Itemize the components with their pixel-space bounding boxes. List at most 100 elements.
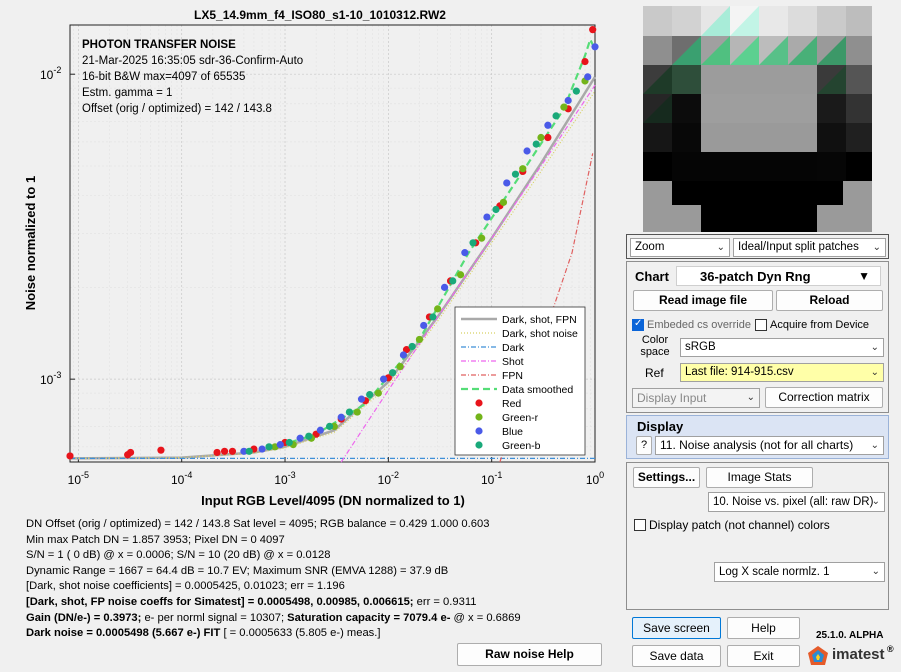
- display-panel-label: Display: [637, 419, 684, 434]
- chevron-down-icon: ⌄: [870, 342, 879, 353]
- data-point-blue: [544, 121, 552, 129]
- x-scale-value: Log X scale normlz. 1: [719, 566, 830, 578]
- imatest-logo-icon: [808, 646, 828, 665]
- embedded-cs-override-checkbox[interactable]: [632, 318, 644, 331]
- embedded-cs-override-label: Embeded cs override: [647, 319, 751, 331]
- zoom-select-value: Zoom: [635, 241, 665, 253]
- plot-type-select[interactable]: 10. Noise vs. pixel (all: raw DR) ⌄: [708, 492, 885, 512]
- data-point-blue: [503, 179, 511, 187]
- split-patches-value: Ideal/Input split patches: [738, 241, 859, 253]
- result-line-1: DN Offset (orig / optimized) = 142 / 143…: [26, 518, 490, 530]
- chevron-down-icon: ⌄: [872, 242, 881, 253]
- data-point-blue: [591, 43, 599, 51]
- data-point-green-b: [389, 369, 397, 377]
- data-point-blue: [316, 426, 324, 434]
- acquire-from-device-label: Acquire from Device: [770, 319, 870, 331]
- annotation-line-1: PHOTON TRANSFER NOISE: [82, 39, 236, 51]
- data-point-red: [544, 133, 552, 142]
- annotation-line-3: 16-bit B&W max=4097 of 65535: [82, 71, 245, 83]
- x-tick-label: 10-5: [68, 470, 89, 487]
- data-point-red: [66, 452, 74, 460]
- display-patch-colors-label: Display patch (not channel) colors: [649, 518, 830, 532]
- result-line-7-tail: e- per norml signal = 10307;: [141, 611, 285, 624]
- legend-marker: [475, 399, 483, 407]
- x-tick-label: 10-4: [171, 470, 192, 487]
- legend-label: Shot: [502, 356, 524, 368]
- result-line-8: Dark noise = 0.0005498 (5.667 e-) FIT [ …: [26, 626, 626, 642]
- chevron-down-icon: ⌄: [746, 392, 755, 403]
- data-point-red: [220, 447, 229, 455]
- data-point-green-r: [434, 305, 442, 313]
- data-point-red: [126, 448, 135, 457]
- data-point-red: [581, 57, 589, 66]
- x-scale-select[interactable]: Log X scale normlz. 1 ⌄: [714, 562, 885, 582]
- chevron-down-icon: ⌄: [716, 242, 725, 253]
- zoom-select[interactable]: Zoom ⌄: [630, 238, 730, 257]
- noise-chart: 10-5 10-4 10-3 10-2 10-1 100 10-3 10-2 Input RG…: [23, 24, 604, 508]
- data-point-blue: [523, 147, 531, 155]
- ref-label: Ref: [645, 366, 664, 380]
- save-data-button[interactable]: Save data: [632, 645, 721, 667]
- data-point-blue: [276, 441, 284, 449]
- legend-label: Red: [502, 398, 521, 410]
- raw-noise-help-button[interactable]: Raw noise Help: [457, 643, 602, 666]
- result-line-6-tail: err = 0.9311: [413, 595, 477, 608]
- chart-panel-label: Chart: [635, 269, 669, 284]
- read-image-file-button[interactable]: Read image file: [633, 290, 773, 311]
- legend-marker: [475, 441, 483, 449]
- data-point-blue: [420, 321, 428, 330]
- legend-marker: [475, 427, 483, 435]
- legend-label: Blue: [502, 426, 523, 438]
- chart-annotations: PHOTON TRANSFER NOISE 21-Mar-2025 16:35:…: [82, 39, 303, 115]
- legend-label: Dark, shot, FPN: [502, 314, 577, 326]
- split-patches-select[interactable]: Ideal/Input split patches ⌄: [733, 238, 886, 257]
- help-question-button[interactable]: ?: [636, 436, 652, 455]
- data-point-green-b: [265, 443, 273, 451]
- image-stats-button[interactable]: Image Stats: [706, 467, 813, 488]
- chart-type-select[interactable]: 36-patch Dyn Rng ▼: [676, 266, 881, 286]
- display-mode-select[interactable]: 11. Noise analysis (not for all charts) ⌄: [655, 436, 884, 455]
- data-point-blue: [357, 395, 366, 403]
- exit-button[interactable]: Exit: [727, 645, 800, 667]
- color-space-select[interactable]: sRGB ⌄: [680, 338, 884, 357]
- data-point-green-r: [415, 335, 424, 344]
- data-point-blue: [461, 249, 469, 257]
- acquire-from-device-checkbox[interactable]: [755, 319, 767, 331]
- annotation-line-2: 21-Mar-2025 16:35:05 sdr-36-Confirm-Auto: [82, 55, 303, 67]
- y-axis-label: Noise normalized to 1: [23, 176, 38, 310]
- result-line-2: Min max Patch DN = 1.857 3953; Pixel DN …: [26, 533, 285, 546]
- legend-label: FPN: [502, 370, 523, 382]
- reload-button[interactable]: Reload: [776, 290, 883, 311]
- result-line-8-main: Dark noise = 0.0005498 (5.667 e-) FIT: [26, 627, 221, 640]
- y-tick-label: 10-3: [40, 370, 61, 387]
- chart-type-value: 36-patch Dyn Rng: [700, 269, 811, 284]
- annotation-line-4: Estm. gamma = 1: [82, 87, 172, 99]
- data-point-green-b: [305, 432, 313, 440]
- x-tick-label: 10-2: [378, 470, 399, 487]
- data-point-green-b: [492, 205, 500, 214]
- help-button[interactable]: Help: [727, 617, 800, 639]
- legend-label: Dark: [502, 342, 525, 354]
- data-point-green-b: [469, 239, 477, 247]
- result-line-4: Dynamic Range = 1667 = 64.4 dB = 10.7 EV…: [26, 564, 449, 577]
- correction-matrix-button[interactable]: Correction matrix: [765, 387, 883, 408]
- ref-file-value: Last file: 914-915.csv: [685, 366, 794, 378]
- settings-button[interactable]: Settings...: [633, 467, 700, 488]
- dropdown-triangle-icon: ▼: [858, 269, 870, 283]
- data-point-green-b: [366, 390, 374, 399]
- result-line-6-main: [Dark, shot, FP noise coeffs for Simates…: [26, 595, 414, 608]
- save-screen-button[interactable]: Save screen: [632, 617, 721, 639]
- data-point-blue: [258, 445, 266, 453]
- data-point-green-b: [408, 342, 416, 351]
- data-point-red: [157, 446, 165, 454]
- data-point-green-b: [449, 277, 457, 285]
- display-patch-colors-checkbox[interactable]: [634, 519, 646, 531]
- data-point-green-r: [519, 165, 527, 173]
- data-point-blue: [440, 283, 449, 291]
- data-point-blue: [483, 213, 491, 221]
- ref-file-select[interactable]: Last file: 914-915.csv ⌄: [680, 363, 884, 382]
- data-point-green-r: [537, 133, 545, 142]
- x-tick-label: 10-1: [481, 470, 502, 487]
- display-input-select[interactable]: Display Input ⌄: [632, 388, 760, 408]
- result-line-7-tail2: Saturation capacity = 7079.4 e-: [284, 611, 451, 624]
